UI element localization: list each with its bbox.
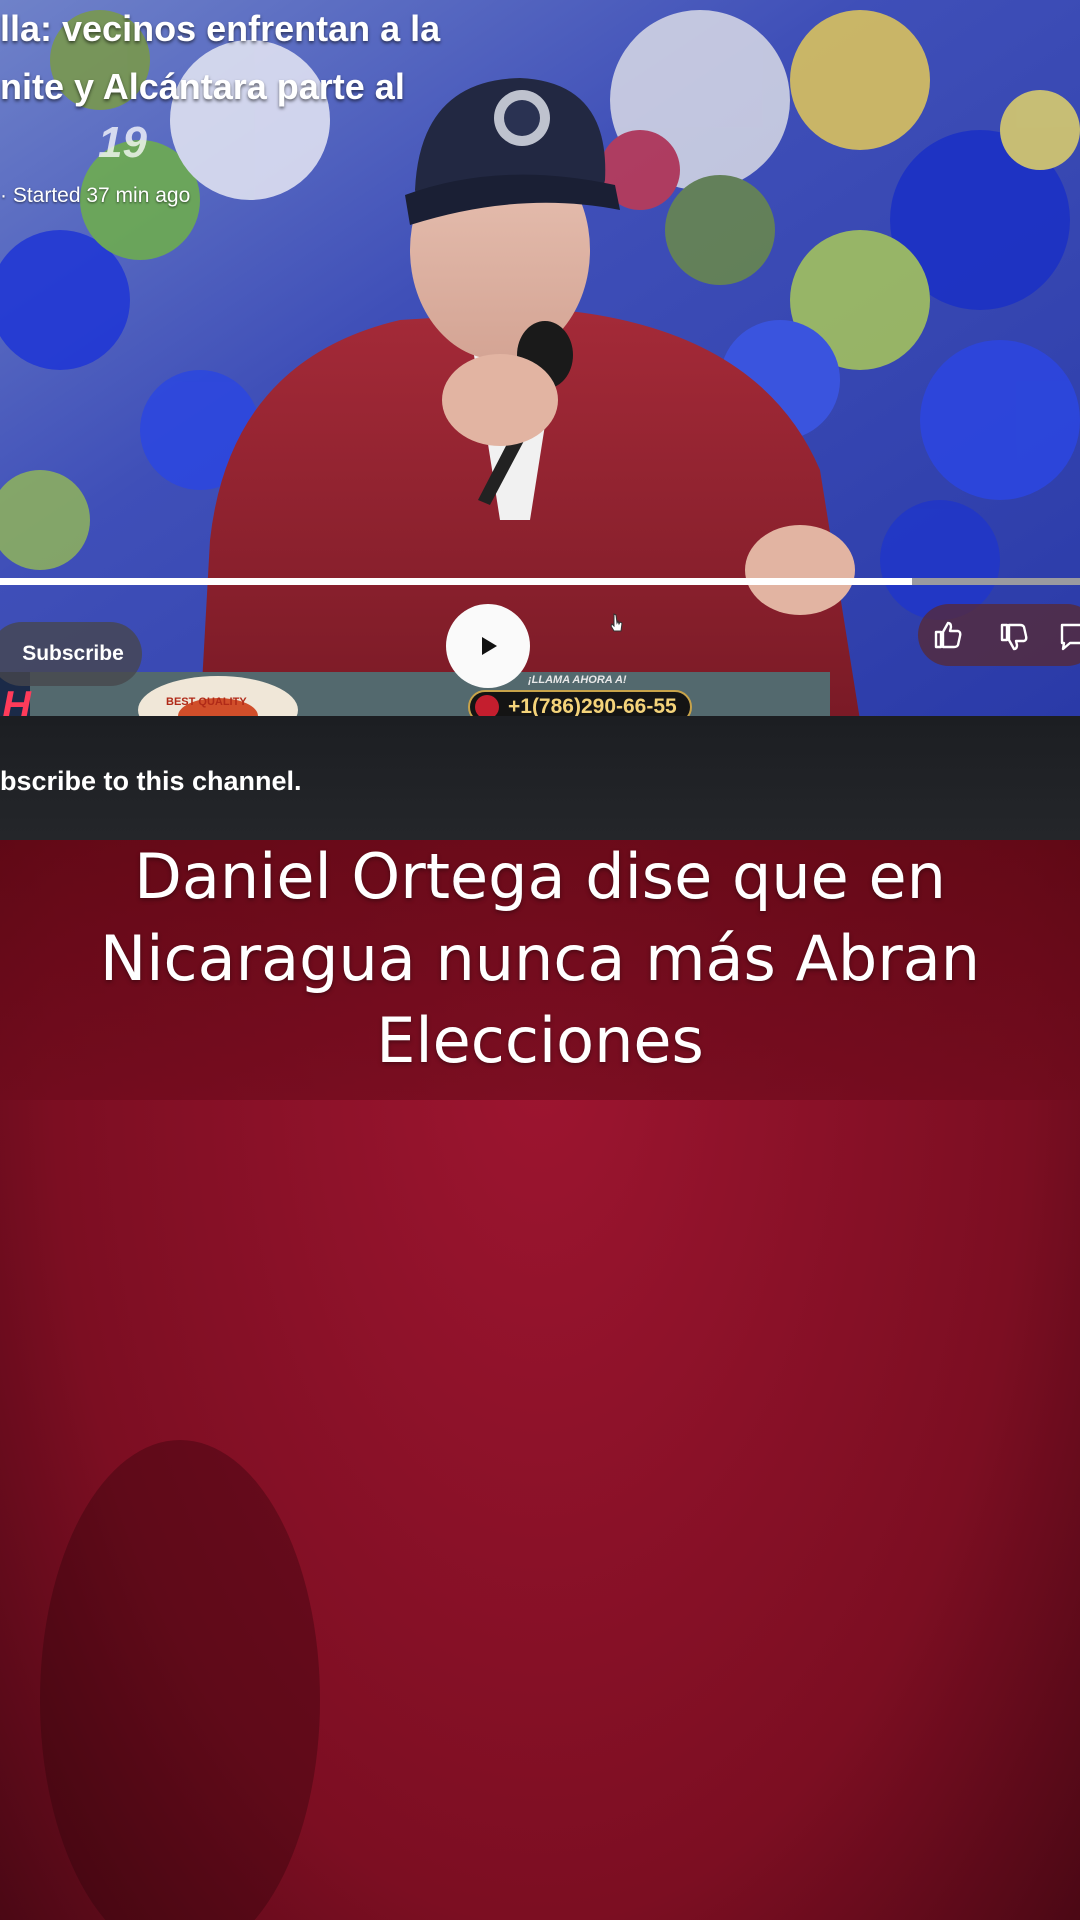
- reaction-bar: [918, 604, 1080, 666]
- thumbs-up-icon[interactable]: [930, 618, 964, 652]
- comment-icon[interactable]: [1058, 620, 1080, 654]
- phone-header: ¡LLAMA AHORA A!: [528, 674, 627, 686]
- play-icon: [482, 637, 497, 655]
- cursor-icon: [610, 613, 623, 632]
- sponsor-logo: BEST QUALITY: [166, 696, 247, 708]
- video-title-line-2[interactable]: nite y Alcántara parte al: [0, 66, 405, 108]
- caption-line-1: Daniel Ortega dise que en: [134, 840, 946, 913]
- caption-line-3: Elecciones: [376, 1004, 704, 1077]
- overlay-number: 19: [98, 118, 147, 167]
- thumbs-down-icon[interactable]: [996, 620, 1030, 654]
- caption-line-2: Nicaragua nunca más Abran: [99, 922, 981, 995]
- play-button[interactable]: [446, 604, 530, 688]
- caption-overlay: Daniel Ortega dise que en Nicaragua nunc…: [40, 836, 1040, 1082]
- video-title-line-1[interactable]: lla: vecinos enfrentan a la: [0, 8, 440, 50]
- started-time: · Started 37 min ago: [0, 184, 191, 207]
- subscribe-prompt[interactable]: bscribe to this channel.: [0, 766, 302, 797]
- subscribe-button[interactable]: Subscribe: [0, 622, 142, 686]
